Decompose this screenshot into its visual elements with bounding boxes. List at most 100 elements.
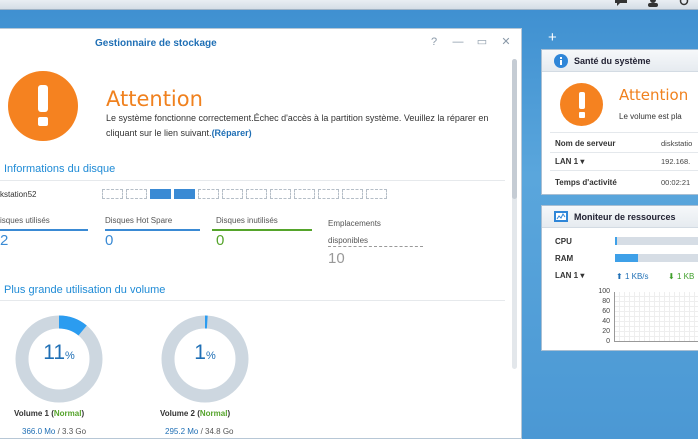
warning-icon bbox=[560, 83, 603, 126]
volume-2-size: 295.2 Mo / 34.8 Go bbox=[165, 427, 234, 436]
repair-link[interactable]: (Réparer) bbox=[212, 128, 252, 138]
volume-1-size: 366.0 Mo / 3.3 Go bbox=[22, 427, 87, 436]
stat-unused-disks: Disques inutilisés bbox=[216, 215, 312, 227]
cpu-label: CPU bbox=[555, 237, 572, 246]
volume-usage-heading: Plus grande utilisation du volume bbox=[4, 284, 166, 296]
stat-available-slots: Emplacements disponibles bbox=[328, 215, 423, 249]
disk-slot bbox=[126, 189, 147, 199]
monitor-icon bbox=[554, 210, 568, 224]
axis-tick: 0 bbox=[606, 338, 610, 345]
window-header[interactable]: Gestionnaire de stockage ? — ▭ ✕ bbox=[0, 29, 521, 57]
disk-slot bbox=[366, 189, 387, 199]
alert-text: Le système fonctionne correctement.Échec… bbox=[106, 113, 489, 138]
percent-value: 1 bbox=[194, 341, 206, 364]
cpu-bar-fill bbox=[615, 237, 617, 245]
user-icon[interactable] bbox=[646, 0, 660, 7]
volume-name: Volume 1 bbox=[14, 409, 49, 418]
server-name-label: Nom de serveur bbox=[555, 139, 616, 148]
volume-2-percent: 1% bbox=[194, 341, 216, 364]
divider bbox=[0, 180, 505, 181]
disk-info-heading: Informations du disque bbox=[4, 163, 116, 175]
stat-bar bbox=[328, 246, 423, 247]
disk-slot bbox=[102, 189, 123, 199]
window-title: Gestionnaire de stockage bbox=[95, 38, 217, 49]
divider bbox=[550, 152, 698, 153]
widget-title: Santé du système bbox=[574, 56, 651, 66]
uptime-value: 00:02:21 bbox=[661, 178, 691, 187]
lan-dropdown[interactable]: LAN 1 ▾ bbox=[555, 157, 584, 166]
download-speed: ⬇ 1 KB bbox=[668, 272, 695, 281]
disk-slot bbox=[174, 189, 195, 199]
total-size: 34.8 Go bbox=[205, 427, 234, 436]
percent-value: 11 bbox=[43, 341, 66, 364]
upload-value: 1 KB/s bbox=[624, 272, 649, 281]
used-size: 295.2 Mo bbox=[165, 427, 199, 436]
divider bbox=[550, 132, 698, 133]
stat-value: 0 bbox=[216, 232, 225, 249]
ram-label: RAM bbox=[555, 254, 574, 263]
info-icon bbox=[554, 54, 568, 68]
network-chart bbox=[614, 292, 698, 342]
disk-slot bbox=[222, 189, 243, 199]
lan-dropdown[interactable]: LAN 1 ▾ bbox=[555, 271, 584, 280]
disk-slot bbox=[246, 189, 267, 199]
stat-value: 0 bbox=[105, 232, 114, 249]
disk-info-title: Informations du disque bbox=[4, 163, 115, 175]
disk-slots bbox=[102, 189, 387, 199]
close-button[interactable]: ✕ bbox=[499, 35, 513, 49]
alert-title: Attention bbox=[106, 87, 203, 111]
stat-label: Disques inutilisés bbox=[216, 216, 278, 225]
stat-label: isques utilisés bbox=[0, 216, 50, 225]
add-widget-button[interactable]: + bbox=[548, 29, 557, 46]
scrollbar[interactable] bbox=[512, 59, 517, 369]
axis-tick: 100 bbox=[598, 288, 610, 295]
search-icon[interactable] bbox=[678, 0, 692, 7]
device-name: kstation52 bbox=[0, 190, 37, 199]
health-status: Attention bbox=[619, 86, 689, 104]
divider bbox=[0, 300, 505, 301]
stat-value: 10 bbox=[328, 250, 345, 267]
widget-title: Moniteur de ressources bbox=[574, 212, 676, 222]
alert-message: Le système fonctionne correctement.Échec… bbox=[106, 111, 496, 141]
total-size: 3.3 Go bbox=[62, 427, 87, 436]
axis-tick: 40 bbox=[602, 318, 610, 325]
stat-label: Disques Hot Spare bbox=[105, 216, 173, 225]
disk-slot bbox=[318, 189, 339, 199]
widget-header: Moniteur de ressources bbox=[542, 206, 698, 228]
ram-bar bbox=[615, 254, 698, 262]
axis-tick: 80 bbox=[602, 298, 610, 305]
stat-bar bbox=[212, 229, 312, 231]
help-button[interactable]: ? bbox=[427, 35, 441, 49]
resource-monitor-widget: Moniteur de ressources CPU RAM LAN 1 ▾ ⬆… bbox=[541, 205, 698, 351]
server-name-value: diskstatio bbox=[661, 139, 693, 148]
disk-slot bbox=[294, 189, 315, 199]
health-message: Le volume est pla bbox=[619, 112, 682, 121]
stat-bar bbox=[105, 229, 200, 231]
desktop-taskbar bbox=[0, 0, 698, 10]
chat-icon[interactable] bbox=[614, 0, 628, 7]
widget-header: Santé du système bbox=[542, 50, 698, 72]
lan-ip-value: 192.168. bbox=[661, 157, 691, 166]
stat-bar bbox=[0, 229, 88, 231]
disk-slot bbox=[150, 189, 171, 199]
ram-bar-fill bbox=[615, 254, 638, 262]
warning-icon bbox=[8, 71, 78, 141]
scrollbar-thumb[interactable] bbox=[512, 59, 517, 199]
download-value: 1 KB bbox=[676, 272, 695, 281]
axis-tick: 20 bbox=[602, 328, 610, 335]
status: Normal bbox=[53, 409, 82, 418]
stat-label: Emplacements disponibles bbox=[328, 219, 381, 245]
used-size: 366.0 Mo bbox=[22, 427, 56, 436]
disk-slot bbox=[342, 189, 363, 199]
disk-slot bbox=[270, 189, 291, 199]
maximize-button[interactable]: ▭ bbox=[475, 35, 489, 49]
system-health-widget: Santé du système Attention Le volume est… bbox=[541, 49, 698, 195]
volume-2-name: Volume 2 (Normal) bbox=[160, 409, 231, 418]
status: Normal bbox=[199, 409, 228, 418]
axis-tick: 60 bbox=[602, 308, 610, 315]
divider bbox=[550, 170, 698, 171]
minimize-button[interactable]: — bbox=[451, 35, 465, 49]
volume-1-percent: 11% bbox=[43, 341, 75, 364]
volume-usage-title: Plus grande utilisation du volume bbox=[4, 284, 165, 296]
stat-hot-spare: Disques Hot Spare bbox=[105, 215, 200, 227]
